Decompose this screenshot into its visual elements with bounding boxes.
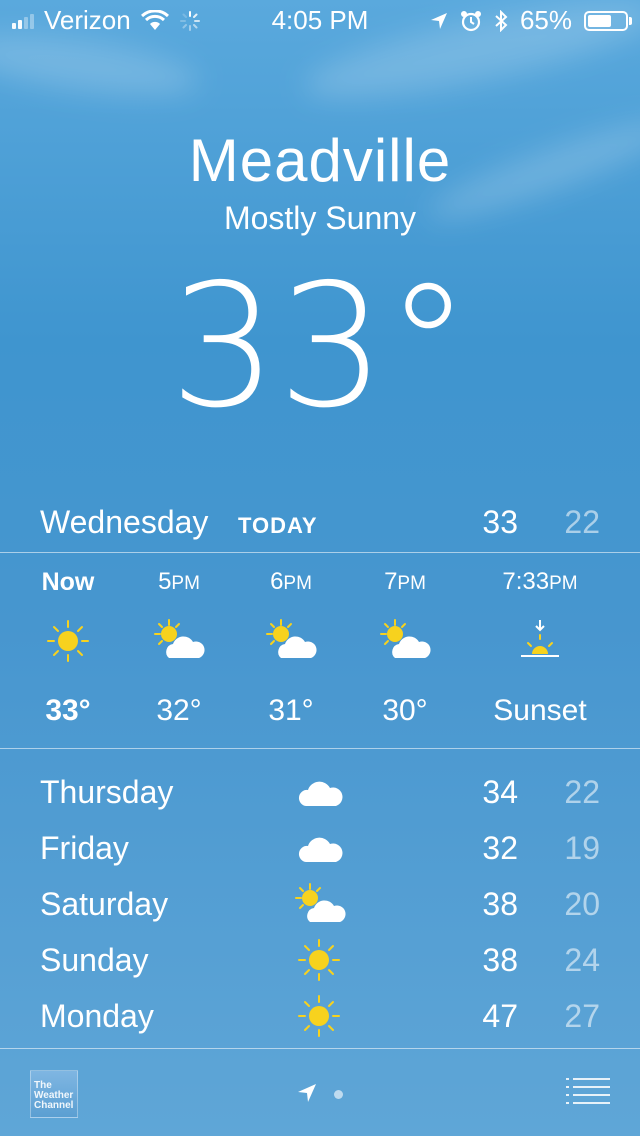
bluetooth-icon [495,9,508,32]
day-name: Sunday [40,942,149,978]
bottom-toolbar: The Weather Channel [0,1050,640,1136]
hour-time: 5PM [158,568,200,595]
hourly-forecast[interactable]: Now 33° 5PM 32° 6PM 31° 7PM 30° 7:33PM S… [0,552,640,748]
day-name: Monday [40,998,154,1034]
day-low: 27 [564,998,600,1034]
hour-temperature: 33° [45,694,91,727]
day-high: 32 [482,830,518,866]
list-icon[interactable] [566,1076,610,1106]
day-low: 24 [564,942,600,978]
current-temperature: 33° [169,248,471,446]
status-bar: Verizon 4:05 PM 65% [0,0,640,40]
location-icon [430,12,447,29]
hour-temperature: 32° [156,694,202,727]
sun-icon [298,939,340,981]
day-high: 38 [482,942,518,978]
sun-icon [13,616,123,666]
page-dot[interactable] [334,1090,343,1099]
sunset-icon [474,616,606,666]
alarm-icon [460,10,481,31]
cloud-icon [298,781,343,806]
location-arrow-icon[interactable] [296,1082,318,1104]
partly-cloudy-icon [295,883,346,922]
hour-temperature: 30° [382,694,428,727]
day-low: 19 [564,830,600,866]
hour-time: Now [41,568,95,596]
today-low: 22 [564,504,600,540]
day-name: Friday [40,830,129,866]
cloud-icon [298,837,343,862]
day-low: 22 [564,774,600,810]
today-high: 33 [482,504,518,540]
daily-row: Saturday 38 20 [0,876,640,932]
day-high: 34 [482,774,518,810]
battery-level [588,14,612,27]
sun-icon [298,995,340,1037]
day-low: 20 [564,886,600,922]
day-high: 38 [482,886,518,922]
city-name: Meadville [188,127,452,194]
battery-icon [584,10,632,31]
divider [0,748,640,749]
daily-row: Thursday 34 22 [0,764,640,820]
partly-cloudy-icon [236,616,346,666]
daily-row: Sunday 38 24 [0,932,640,988]
divider [0,1048,640,1049]
hour-temperature: Sunset [493,694,587,727]
hour-time: 7PM [384,568,426,595]
battery-percent: 65% [519,5,572,35]
today-summary-row: Wednesday TODAY 33 22 [0,500,640,550]
status-right: 65% [430,5,632,36]
hour-time: 7:33PM [502,568,578,595]
weather-channel-logo-text: The Weather Channel [34,1080,74,1111]
partly-cloudy-icon [350,616,460,666]
day-high: 47 [482,998,518,1034]
today-day-name: Wednesday [40,504,209,540]
weather-condition: Mostly Sunny [223,200,417,236]
hour-temperature: 31° [268,694,314,727]
day-name: Saturday [40,886,169,922]
partly-cloudy-icon [124,616,234,666]
daily-row: Monday 47 27 [0,988,640,1044]
daily-row: Friday 32 19 [0,820,640,876]
weather-channel-logo[interactable]: The Weather Channel [30,1070,78,1118]
day-name: Thursday [40,774,174,810]
hour-time: 6PM [270,568,312,595]
today-badge: TODAY [238,513,318,538]
